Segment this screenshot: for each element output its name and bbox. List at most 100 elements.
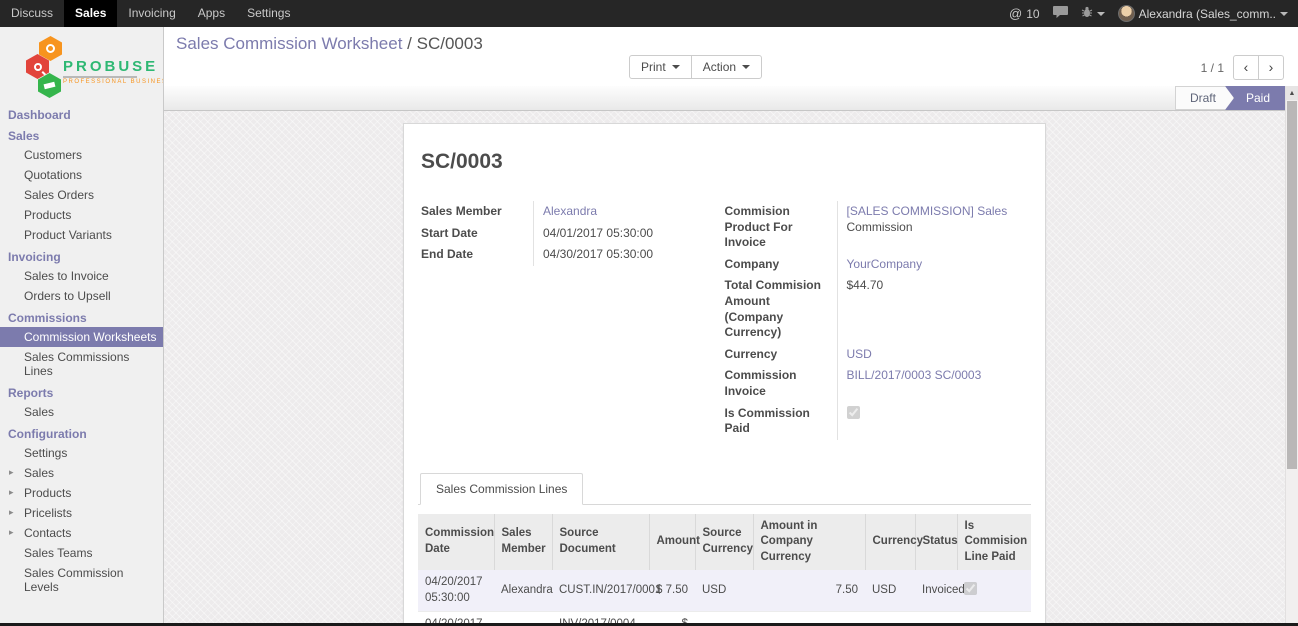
- is-commission-paid-checkbox: [847, 406, 860, 419]
- pager-previous-button[interactable]: ‹: [1233, 55, 1259, 80]
- menu-sales[interactable]: Sales: [64, 0, 117, 27]
- field-value-end-date: 04/30/2017 05:30:00: [533, 244, 697, 266]
- form-sheet: SC/0003 Sales Member Alexandra Start Dat…: [403, 123, 1046, 623]
- messages-icon[interactable]: [1053, 6, 1068, 21]
- menu-discuss[interactable]: Discuss: [0, 0, 64, 27]
- statusbar: Draft Paid: [164, 86, 1298, 111]
- breadcrumb-separator: /: [407, 34, 416, 53]
- field-label-currency: Currency: [725, 344, 837, 366]
- menu-settings[interactable]: Settings: [236, 0, 301, 27]
- column-header-source-currency[interactable]: Source Currency: [695, 514, 753, 571]
- field-value-commission-product: [SALES COMMISSION] Sales Commission: [837, 201, 1029, 254]
- top-navbar: Discuss Sales Invoicing Apps Settings @ …: [0, 0, 1298, 27]
- sidebar-item-settings[interactable]: Settings: [0, 443, 163, 463]
- sidebar-item-orders-to-upsell[interactable]: Orders to Upsell: [0, 286, 163, 306]
- action-button-group: Print Action: [629, 55, 762, 79]
- menu-apps[interactable]: Apps: [187, 0, 236, 27]
- gear-icon: [46, 44, 55, 53]
- sidebar-section-commissions[interactable]: Commissions: [0, 306, 163, 327]
- expand-arrow-icon: ▸: [9, 487, 14, 498]
- notebook-tab-strip: Sales Commission Lines: [418, 473, 1031, 505]
- sidebar-item-sales-commission-levels[interactable]: Sales Commission Levels: [0, 563, 163, 597]
- debug-menu[interactable]: [1081, 6, 1105, 21]
- caret-down-icon: [672, 65, 680, 69]
- sidebar-item-reports-sales[interactable]: Sales: [0, 402, 163, 422]
- field-value-currency[interactable]: USD: [847, 347, 872, 361]
- sidebar-section-sales[interactable]: Sales: [0, 124, 163, 145]
- sidebar-item-sales-commissions-lines[interactable]: Sales Commissions Lines: [0, 347, 163, 381]
- sidebar-nav: Dashboard Sales Customers Quotations Sal…: [0, 103, 163, 597]
- user-name: Alexandra (Sales_comm..: [1139, 7, 1276, 21]
- field-label-total-commission: Total Commision Amount (Company Currency…: [725, 275, 837, 343]
- activities-counter[interactable]: @ 10: [1009, 6, 1040, 21]
- sidebar-item-quotations[interactable]: Quotations: [0, 165, 163, 185]
- sidebar-item-config-sales[interactable]: ▸Sales: [0, 463, 163, 483]
- sidebar-item-products[interactable]: Products: [0, 205, 163, 225]
- sidebar-item-sales-to-invoice[interactable]: Sales to Invoice: [0, 266, 163, 286]
- action-button[interactable]: Action: [691, 55, 762, 79]
- field-label-sales-member: Sales Member: [421, 201, 533, 223]
- print-button[interactable]: Print: [629, 55, 692, 79]
- vertical-scrollbar[interactable]: ▲: [1285, 86, 1298, 623]
- pager: 1 / 1 ‹ ›: [1201, 55, 1284, 80]
- scrollbar-thumb[interactable]: [1287, 101, 1297, 469]
- sidebar-item-config-products[interactable]: ▸Products: [0, 483, 163, 503]
- column-header-commission-date[interactable]: Commission Date: [418, 514, 494, 571]
- commission-lines-table: Commission Date Sales Member Source Docu…: [418, 514, 1031, 623]
- magnifier-icon: [34, 63, 42, 71]
- commission-product-link[interactable]: [SALES COMMISSION] Sales: [847, 204, 1008, 218]
- tab-sales-commission-lines[interactable]: Sales Commission Lines: [420, 473, 583, 505]
- field-value-commission-invoice[interactable]: BILL/2017/0003 SC/0003: [847, 368, 982, 382]
- systray: @ 10 Alexandra (Sales_comm..: [1009, 0, 1298, 27]
- app-window: Discuss Sales Invoicing Apps Settings @ …: [0, 0, 1298, 626]
- debug-bug-icon: [1081, 6, 1093, 21]
- field-label-company: Company: [725, 254, 837, 276]
- scroll-up-arrow-icon[interactable]: ▲: [1286, 86, 1298, 100]
- pager-value: 1 / 1: [1201, 61, 1224, 75]
- field-value-total-commission: $44.70: [837, 275, 1029, 343]
- breadcrumb-parent-link[interactable]: Sales Commission Worksheet: [176, 34, 402, 53]
- expand-arrow-icon: ▸: [9, 467, 14, 478]
- user-avatar: [1118, 5, 1135, 22]
- sidebar-item-config-contacts[interactable]: ▸Contacts: [0, 523, 163, 543]
- line-paid-checkbox: [964, 582, 977, 595]
- table-header-row: Commission Date Sales Member Source Docu…: [418, 514, 1031, 571]
- expand-arrow-icon: ▸: [9, 507, 14, 518]
- pager-next-button[interactable]: ›: [1258, 55, 1284, 80]
- table-row[interactable]: 04/20/2017 05:30:00 Alexandra INV/2017/0…: [418, 612, 1031, 623]
- column-header-currency[interactable]: Currency: [865, 514, 915, 571]
- field-value-sales-member[interactable]: Alexandra: [543, 204, 597, 218]
- sidebar-section-reports[interactable]: Reports: [0, 381, 163, 402]
- sidebar-item-sales-teams[interactable]: Sales Teams: [0, 543, 163, 563]
- sidebar-section-invoicing[interactable]: Invoicing: [0, 245, 163, 266]
- sidebar-item-commission-worksheets[interactable]: Commission Worksheets: [0, 327, 163, 347]
- column-header-amount[interactable]: Amount: [649, 514, 695, 571]
- sidebar-item-config-pricelists[interactable]: ▸Pricelists: [0, 503, 163, 523]
- control-panel: Sales Commission Worksheet / SC/0003 Pri…: [164, 27, 1298, 86]
- status-step-draft[interactable]: Draft: [1175, 86, 1234, 110]
- column-header-is-commision-line-paid[interactable]: Is Commision Line Paid: [957, 514, 1031, 571]
- form-field-group: Sales Member Alexandra Start Date 04/01/…: [421, 201, 1028, 440]
- at-icon: @: [1009, 6, 1022, 21]
- logo-title: PROBUSE: [63, 58, 158, 75]
- user-menu[interactable]: Alexandra (Sales_comm..: [1118, 5, 1288, 22]
- column-header-amount-company-currency[interactable]: Amount in Company Currency: [753, 514, 865, 571]
- column-header-sales-member[interactable]: Sales Member: [494, 514, 552, 571]
- sidebar-item-customers[interactable]: Customers: [0, 145, 163, 165]
- breadcrumb-current: SC/0003: [417, 34, 483, 53]
- sidebar: PROBUSE PROFESSIONAL BUSINESS Dashboard …: [0, 27, 164, 623]
- field-label-is-commission-paid: Is Commission Paid: [725, 403, 837, 440]
- sidebar-item-dashboard[interactable]: Dashboard: [0, 103, 163, 124]
- sidebar-item-product-variants[interactable]: Product Variants: [0, 225, 163, 245]
- sidebar-section-configuration[interactable]: Configuration: [0, 422, 163, 443]
- record-title: SC/0003: [421, 150, 1031, 174]
- column-header-source-document[interactable]: Source Document: [552, 514, 649, 571]
- menu-invoicing[interactable]: Invoicing: [117, 0, 186, 27]
- status-step-paid[interactable]: Paid: [1225, 86, 1285, 110]
- table-row[interactable]: 04/20/2017 05:30:00 Alexandra CUST.IN/20…: [418, 570, 1031, 612]
- sidebar-item-sales-orders[interactable]: Sales Orders: [0, 185, 163, 205]
- field-value-company[interactable]: YourCompany: [847, 257, 923, 271]
- field-label-start-date: Start Date: [421, 223, 533, 245]
- caret-down-icon: [742, 65, 750, 69]
- breadcrumb: Sales Commission Worksheet / SC/0003: [176, 34, 1286, 54]
